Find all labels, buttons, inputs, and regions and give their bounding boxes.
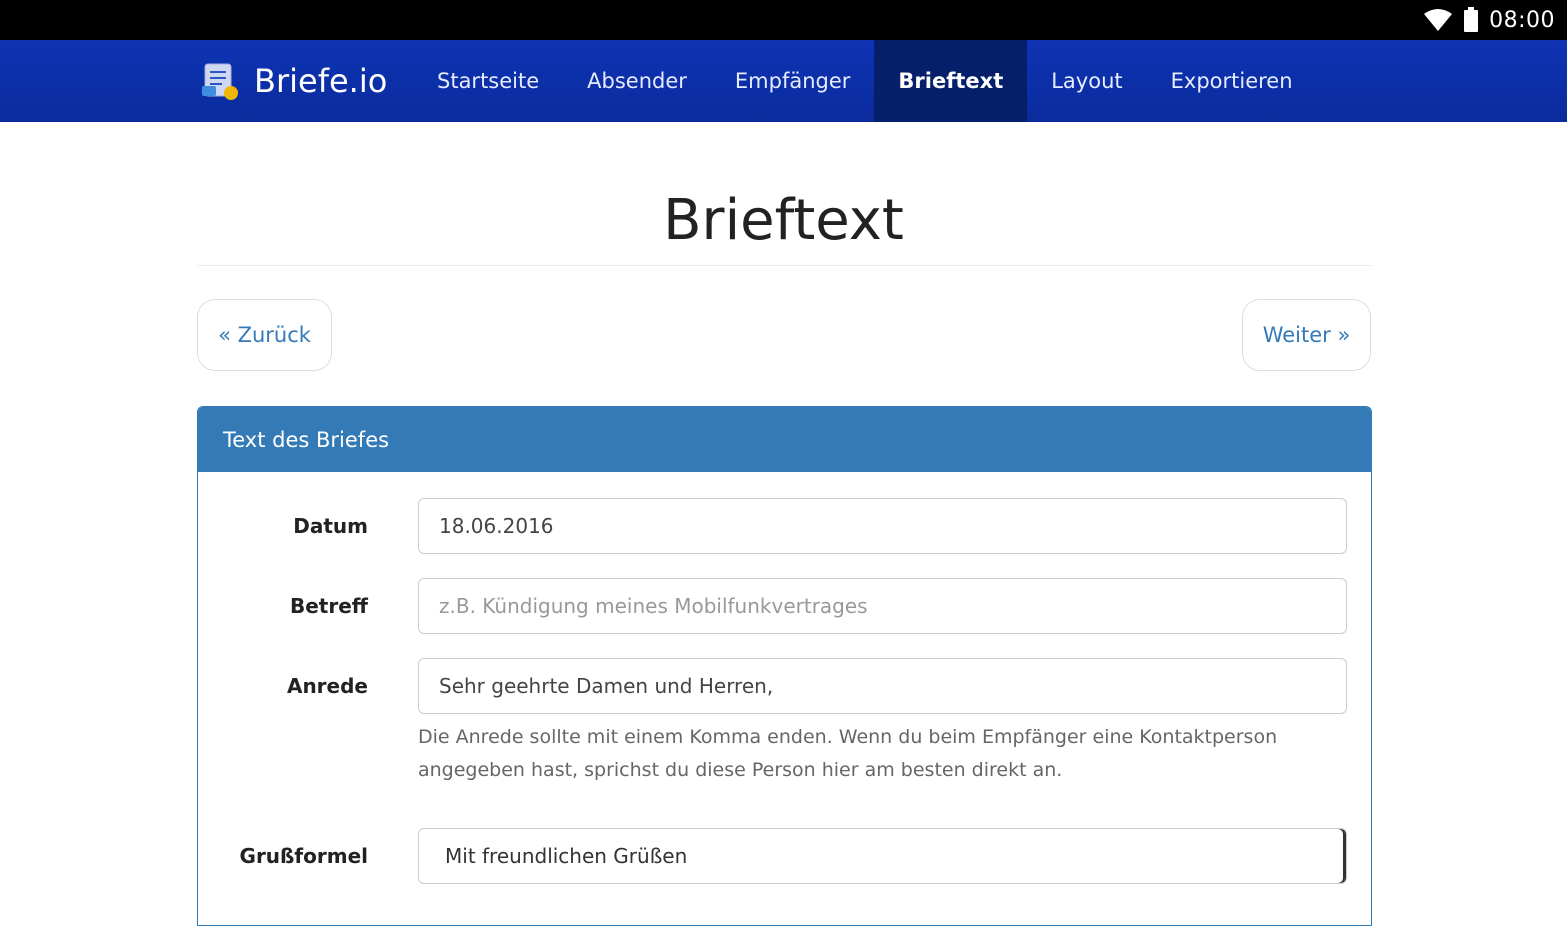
brand-link[interactable]: Briefe.io (200, 40, 387, 122)
grussformel-select[interactable]: Mit freundlichen Grüßen (418, 828, 1347, 884)
anrede-help-text: Die Anrede sollte mit einem Komma enden.… (418, 726, 1278, 781)
page-title: Brieftext (663, 188, 904, 253)
datum-label: Datum (293, 514, 368, 538)
betreff-field[interactable] (418, 578, 1347, 634)
datum-field[interactable] (418, 498, 1347, 554)
nav-item-layout[interactable]: Layout (1027, 40, 1146, 122)
letter-text-panel: Text des Briefes Datum Betreff Anrede Di… (197, 406, 1372, 926)
next-button[interactable]: Weiter » (1242, 299, 1371, 371)
status-indicators: 08:00 (1423, 0, 1555, 40)
anrede-label: Anrede (286, 674, 368, 698)
nav-item-absender[interactable]: Absender (563, 40, 711, 122)
nav-item-startseite[interactable]: Startseite (413, 40, 563, 122)
brand-name: Briefe.io (254, 62, 388, 100)
battery-icon (1464, 7, 1479, 32)
back-button[interactable]: « Zurück (197, 299, 332, 371)
grussformel-label: Grußformel (239, 844, 368, 868)
nav-item-brieftext[interactable]: Brieftext (874, 40, 1028, 122)
letter-logo-icon (202, 63, 238, 100)
grussformel-selected-value: Mit freundlichen Grüßen (445, 844, 688, 868)
status-time: 08:00 (1489, 7, 1555, 33)
status-bar: 08:00 (0, 0, 1567, 40)
main-nav: Startseite Absender Empfänger Brieftext … (413, 40, 1317, 122)
nav-item-empfaenger[interactable]: Empfänger (711, 40, 875, 122)
top-navbar: Briefe.io Startseite Absender Empfänger … (0, 40, 1567, 122)
panel-heading: Text des Briefes (198, 407, 1371, 472)
anrede-field[interactable] (418, 658, 1347, 714)
betreff-label: Betreff (290, 594, 368, 618)
title-divider (197, 265, 1372, 266)
nav-item-exportieren[interactable]: Exportieren (1147, 40, 1317, 122)
wifi-icon (1424, 9, 1453, 31)
